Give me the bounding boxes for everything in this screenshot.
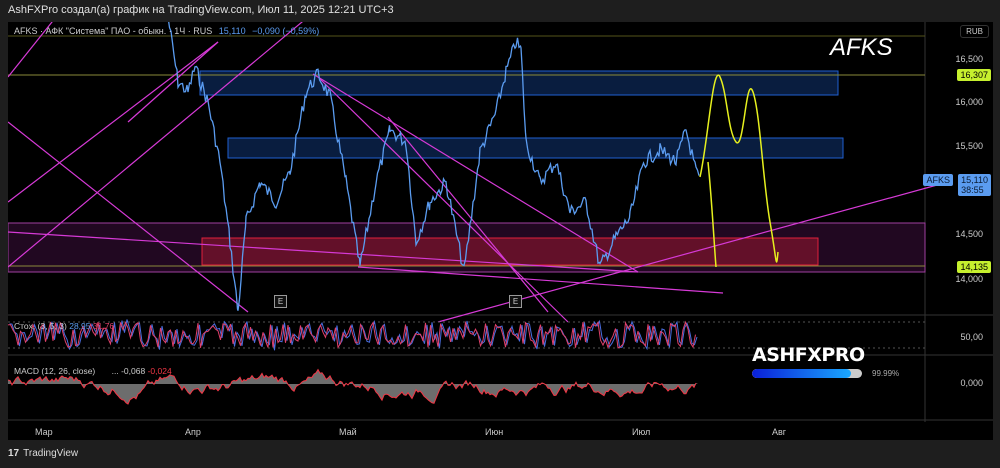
tradingview-name: TradingView: [23, 448, 79, 459]
macd-axis-label: 0,000: [960, 378, 983, 388]
bar-countdown: 38:55: [961, 185, 984, 195]
price-label: 14,000: [955, 274, 983, 284]
mid-zone: [227, 137, 844, 159]
price-label: 16,500: [955, 54, 983, 64]
level-low-tag: 14,135: [957, 261, 991, 273]
earnings-marker[interactable]: E: [274, 295, 287, 308]
price-label: 15,500: [955, 141, 983, 151]
brand-logo: ASHFXPRO: [752, 344, 865, 366]
trendline: [8, 121, 249, 313]
time-label: Июн: [485, 427, 504, 437]
time-label: Май: [339, 427, 357, 437]
stoch-legend: Стох. (3, 5, 3) 28,95 31,76: [14, 321, 114, 331]
ticker-watermark: AFKS: [830, 34, 893, 61]
current-price-tag: 15,110 38:55: [958, 174, 991, 196]
stoch-d: 31,76: [92, 321, 115, 331]
macd-signal: -0,024: [147, 366, 172, 376]
chart-header: AshFXPro создал(а) график на TradingView…: [8, 4, 394, 16]
stoch-k: 28,95: [69, 321, 91, 331]
progress-label: 99.99%: [872, 369, 900, 378]
current-price: 15,110: [961, 175, 988, 185]
tradingview-logo-icon: 17: [8, 448, 20, 459]
earnings-marker[interactable]: E: [509, 295, 522, 308]
symbol-tag: AFKS: [923, 174, 953, 186]
trendline: [8, 41, 219, 203]
level-high-tag: 16,307: [957, 69, 991, 81]
currency-button[interactable]: RUB: [960, 25, 989, 38]
time-label: Мар: [35, 427, 53, 437]
time-label: Апр: [185, 427, 201, 437]
macd-label[interactable]: MACD (12, 26, close): [14, 366, 95, 376]
macd-hist: ...: [111, 366, 119, 376]
price-label: 14,500: [955, 229, 983, 239]
trendline: [317, 76, 569, 323]
macd-legend: MACD (12, 26, close) ... -0,068 -0,024: [14, 366, 172, 376]
price-label: 16,000: [955, 97, 983, 107]
stoch-label[interactable]: Стох. (3, 5, 3): [14, 321, 67, 331]
symbol-legend: AFKS · АФК "Система" ПАО - обыкн. · 1Ч ·…: [14, 26, 319, 36]
tradingview-footer[interactable]: 17 TradingView: [8, 448, 78, 459]
macd-value: -0,068: [121, 366, 146, 376]
support-zone: [201, 237, 819, 266]
symbol-name[interactable]: AFKS · АФК "Система" ПАО - обыкн. · 1Ч ·…: [14, 26, 212, 36]
last-price: 15,110: [218, 26, 246, 36]
price-change: −0,090 (−0,59%): [252, 26, 320, 36]
progress-fill: [752, 369, 851, 378]
brand-progress-bar: [752, 369, 862, 378]
time-label: Июл: [632, 427, 651, 437]
stoch-axis-label: 50,00: [960, 332, 983, 342]
time-label: Авг: [772, 427, 787, 437]
